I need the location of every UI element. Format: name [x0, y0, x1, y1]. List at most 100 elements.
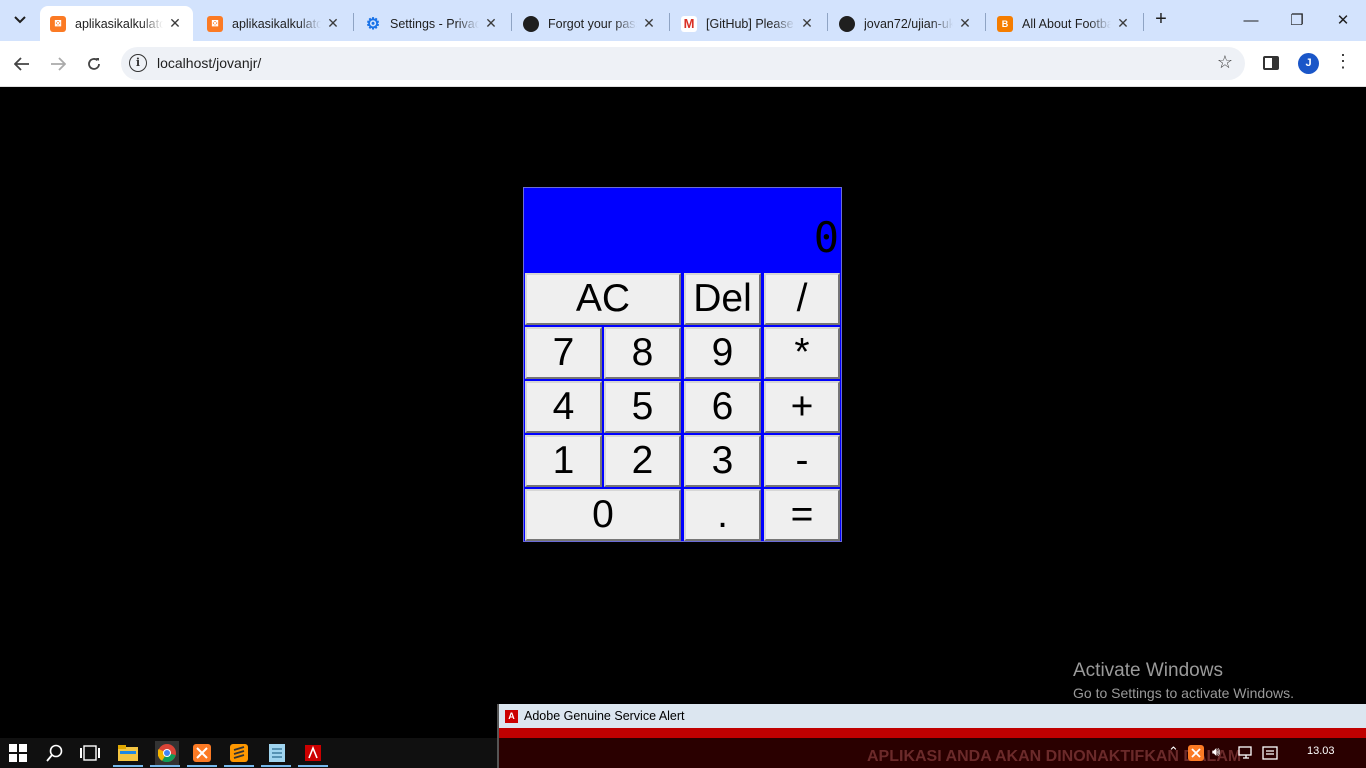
- key-equals[interactable]: =: [764, 489, 840, 541]
- key-plus[interactable]: +: [764, 381, 840, 433]
- xampp-tray-icon[interactable]: [1187, 744, 1205, 762]
- adobe-icon[interactable]: [303, 743, 323, 763]
- key-minus[interactable]: -: [764, 435, 840, 487]
- key-3[interactable]: 3: [684, 435, 761, 487]
- close-tab-icon[interactable]: ✕: [641, 15, 657, 32]
- network-icon[interactable]: [1237, 744, 1255, 762]
- key-label: Del: [693, 277, 752, 320]
- adobe-alert-window[interactable]: A Adobe Genuine Service Alert APLIKASI A…: [497, 704, 1366, 768]
- volume-icon[interactable]: 🔊︎: [1212, 744, 1220, 760]
- reload-icon: [88, 58, 100, 70]
- close-tab-icon[interactable]: ✕: [1115, 15, 1131, 32]
- taskbar-active-indicator: [113, 765, 143, 767]
- key-label: 0: [592, 493, 614, 536]
- minimize-button[interactable]: —: [1236, 6, 1266, 34]
- tab-strip: ⊠ aplikasikalkulator ✕ ⊠ aplikasikalkula…: [0, 0, 1366, 41]
- close-tab-icon[interactable]: ✕: [799, 15, 815, 32]
- back-button[interactable]: [8, 50, 36, 78]
- key-9[interactable]: 9: [684, 327, 761, 379]
- tab-aplikasikalkulator-active[interactable]: ⊠ aplikasikalkulator ✕: [40, 6, 193, 41]
- taskbar-active-indicator: [261, 765, 291, 767]
- key-label: /: [796, 277, 808, 320]
- taskbar-active-indicator: [150, 765, 180, 767]
- key-label: 8: [631, 331, 654, 374]
- notepad-icon[interactable]: [267, 743, 287, 763]
- chrome-icon[interactable]: [155, 741, 179, 765]
- tab-title: All About Football: [1022, 16, 1111, 31]
- tab-separator: [669, 13, 670, 31]
- key-label: 3: [711, 439, 734, 482]
- key-delete[interactable]: Del: [684, 273, 761, 325]
- key-6[interactable]: 6: [684, 381, 761, 433]
- tab-separator: [353, 13, 354, 31]
- key-decimal[interactable]: .: [684, 489, 761, 541]
- more-menu-icon[interactable]: ⋮: [1334, 51, 1352, 75]
- tab-forgot-password[interactable]: Forgot your password ✕: [513, 6, 667, 41]
- side-panel-icon[interactable]: [1263, 56, 1279, 70]
- key-label: 2: [631, 439, 654, 482]
- tab-aplikasikalkulator[interactable]: ⊠ aplikasikalkulator ✕: [197, 6, 351, 41]
- notifications-icon[interactable]: [1261, 744, 1279, 762]
- watermark-subtitle: Go to Settings to activate Windows.: [1073, 685, 1294, 701]
- profile-avatar[interactable]: J: [1298, 53, 1319, 74]
- url-text[interactable]: localhost/jovanjr/: [157, 55, 261, 71]
- key-divide[interactable]: /: [764, 273, 840, 325]
- key-8[interactable]: 8: [604, 327, 681, 379]
- key-1[interactable]: 1: [525, 435, 602, 487]
- file-explorer-icon[interactable]: [118, 743, 138, 763]
- taskbar-clock[interactable]: 13.03: [1307, 745, 1335, 757]
- adobe-alert-banner: [499, 728, 1366, 738]
- key-7[interactable]: 7: [525, 327, 602, 379]
- close-tab-icon[interactable]: ✕: [325, 15, 341, 32]
- taskbar-active-indicator: [187, 765, 217, 767]
- site-info-icon[interactable]: i: [129, 54, 147, 72]
- search-icon[interactable]: [45, 743, 65, 763]
- task-view-icon[interactable]: [80, 743, 100, 763]
- close-tab-icon[interactable]: ✕: [957, 15, 973, 32]
- tab-github-repo[interactable]: jovan72/ujian-ukk ✕: [829, 6, 983, 41]
- adobe-alert-message: APLIKASI ANDA AKAN DINONAKTIFKAN DALAM: [867, 748, 1242, 765]
- calculator-display: 0: [525, 189, 841, 272]
- key-2[interactable]: 2: [604, 435, 681, 487]
- tab-separator: [1143, 13, 1144, 31]
- activate-windows-watermark: Activate Windows Go to Settings to activ…: [1073, 660, 1294, 701]
- sublime-text-icon[interactable]: [229, 743, 249, 763]
- reload-button[interactable]: [80, 50, 108, 78]
- key-label: 5: [631, 385, 654, 428]
- key-label: 1: [552, 439, 575, 482]
- new-tab-button[interactable]: +: [1150, 8, 1172, 32]
- restore-button[interactable]: ❐: [1282, 6, 1312, 34]
- tab-search-button[interactable]: [6, 6, 34, 34]
- blogger-icon: B: [997, 15, 1013, 32]
- tab-all-about-football[interactable]: B All About Football ✕: [987, 6, 1141, 41]
- tab-title: Settings - Privacy: [390, 16, 479, 31]
- display-value: 0: [813, 213, 839, 262]
- tab-github-email[interactable]: M [GitHub] Please verify ✕: [671, 6, 825, 41]
- show-hidden-icons-icon[interactable]: ⌃: [1168, 744, 1179, 760]
- key-4[interactable]: 4: [525, 381, 602, 433]
- arrow-right-icon: [51, 57, 66, 71]
- address-bar[interactable]: i localhost/jovanjr/ ☆: [121, 47, 1245, 80]
- settings-gear-icon: ⚙: [365, 15, 381, 33]
- tab-separator: [827, 13, 828, 31]
- github-icon: [523, 15, 539, 32]
- tab-title: [GitHub] Please verify: [706, 16, 795, 31]
- xampp-icon: ⊠: [207, 15, 223, 32]
- bookmark-star-icon[interactable]: ☆: [1217, 52, 1233, 73]
- close-tab-icon[interactable]: ✕: [483, 15, 499, 32]
- key-all-clear[interactable]: AC: [525, 273, 681, 325]
- gmail-icon: M: [681, 15, 697, 32]
- adobe-alert-titlebar[interactable]: A Adobe Genuine Service Alert: [499, 704, 1366, 728]
- key-multiply[interactable]: *: [764, 327, 840, 379]
- key-0[interactable]: 0: [525, 489, 681, 541]
- tab-settings-privacy[interactable]: ⚙ Settings - Privacy ✕: [355, 6, 509, 41]
- tab-title: aplikasikalkulator: [75, 16, 163, 31]
- key-5[interactable]: 5: [604, 381, 681, 433]
- forward-button[interactable]: [44, 50, 72, 78]
- tab-separator: [511, 13, 512, 31]
- close-window-button[interactable]: ✕: [1328, 6, 1358, 34]
- xampp-icon[interactable]: [192, 743, 212, 763]
- key-label: *: [794, 331, 810, 374]
- close-tab-icon[interactable]: ✕: [167, 15, 183, 32]
- windows-start-icon[interactable]: [8, 743, 28, 763]
